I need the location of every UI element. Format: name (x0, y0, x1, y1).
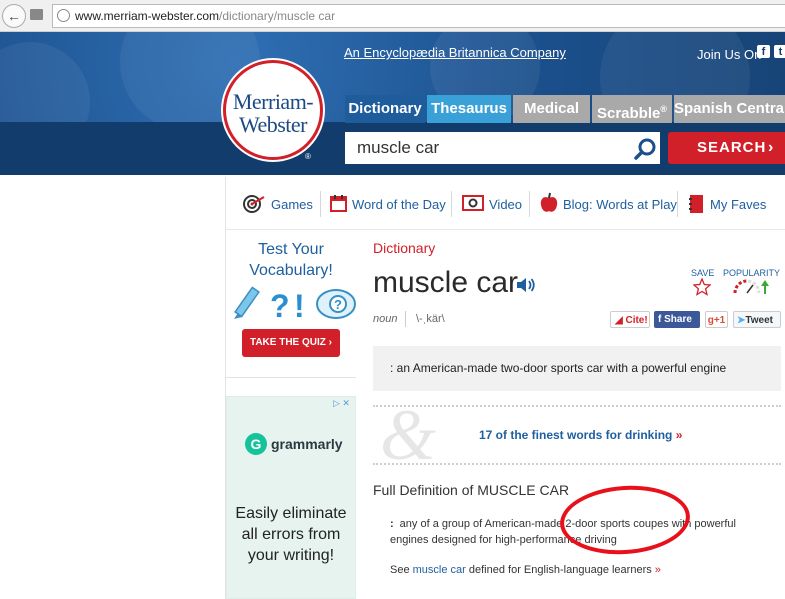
address-bar[interactable]: www.merriam-webster.com/dictionary/muscl… (52, 4, 785, 28)
subnav-separator (451, 191, 452, 217)
subnav-separator (677, 191, 678, 217)
subnav-blog[interactable]: Blog: Words at Play (540, 192, 677, 216)
back-arrow-icon[interactable]: ← (2, 4, 26, 28)
subnav-separator (529, 191, 530, 217)
subnav-games[interactable]: Games (243, 192, 313, 216)
facebook-share-button[interactable]: f Share (654, 311, 700, 328)
save-label: SAVE (691, 268, 715, 278)
learners-link[interactable]: muscle car (413, 564, 466, 576)
svg-text:?: ? (334, 297, 342, 312)
quiz-title: Test Your Vocabulary! (249, 241, 333, 279)
page-title: muscle car (373, 266, 519, 299)
search-icon[interactable] (634, 137, 658, 161)
learners-link-row: See muscle car defined for English-langu… (390, 564, 661, 576)
britannica-link[interactable]: An Encyclopædia Britannica Company (344, 45, 566, 60)
tab-dictionary[interactable]: Dictionary (345, 95, 425, 123)
calendar-icon (330, 195, 347, 212)
browser-toolbar: ← www.merriam-webster.com/dictionary/mus… (0, 0, 785, 32)
subnav-divider (225, 229, 785, 230)
subnav-my-faves[interactable]: My Faves (688, 192, 766, 216)
sidebar-divider (226, 377, 356, 378)
ad-brand: grammarly (271, 436, 343, 452)
google-plus-button[interactable]: g+1 (705, 311, 728, 328)
target-icon (243, 195, 265, 213)
pronunciation: \-ˌkär\ (416, 313, 445, 325)
popularity-gauge-icon (733, 279, 769, 294)
logo-wordmark: Merriam- Webster (232, 89, 314, 137)
full-definition-heading: Full Definition of MUSCLE CAR (373, 482, 570, 498)
search-button[interactable]: SEARCH › (668, 132, 785, 164)
popularity-label: POPULARITY (723, 268, 781, 278)
star-icon[interactable] (693, 278, 711, 296)
subnav-separator (320, 191, 321, 217)
grammarly-ad[interactable] (226, 396, 356, 599)
short-definition-box: : an American-made two-door sports car w… (373, 346, 781, 391)
tweet-button[interactable]: ➤Tweet (733, 311, 781, 328)
notebook-icon (689, 195, 703, 213)
tab-groups-icon[interactable] (30, 9, 43, 20)
search-input[interactable] (345, 132, 660, 164)
twitter-icon[interactable]: t (774, 45, 785, 58)
facebook-icon[interactable]: f (757, 45, 770, 58)
url-text: www.merriam-webster.com/dictionary/muscl… (75, 9, 336, 23)
promo-link[interactable]: 17 of the finest words for drinking » (479, 428, 682, 442)
ad-copy: Easily eliminate all errors from your wr… (235, 505, 347, 564)
short-definition: : an American-made two-door sports car w… (390, 361, 727, 375)
merriam-webster-logo[interactable]: Merriam- Webster (223, 60, 323, 160)
pos-separator (405, 311, 406, 327)
take-quiz-button[interactable]: TAKE THE QUIZ › (242, 329, 340, 357)
speaker-icon[interactable] (516, 277, 536, 293)
join-us-label: Join Us On (697, 47, 762, 62)
apple-icon (540, 192, 558, 212)
tab-thesaurus[interactable]: Thesaurus (427, 95, 511, 123)
question-icon: ? (270, 288, 290, 323)
subnav-video[interactable]: Video (462, 192, 522, 216)
grammarly-logo-icon: G (245, 433, 267, 455)
part-of-speech: noun (373, 313, 398, 325)
tab-scrabble[interactable]: Scrabble® (592, 95, 672, 123)
video-icon (462, 195, 484, 211)
globe-icon (57, 9, 70, 22)
pencil-icon (234, 286, 260, 319)
ampersand-graphic-icon: & (380, 395, 437, 475)
section-label: Dictionary (373, 240, 436, 256)
site-header: An Encyclopædia Britannica Company Join … (0, 32, 785, 175)
quiz-illustration: ? ! ? (234, 286, 356, 323)
registered-mark-icon: ® (305, 152, 311, 161)
ad-choices-icon[interactable]: ▷ ✕ (333, 398, 355, 409)
dotted-divider (373, 463, 781, 465)
exclamation-icon: ! (294, 288, 305, 323)
eye-icon: ? (316, 289, 356, 319)
tab-medical[interactable]: Medical (513, 95, 590, 123)
chevron-right-icon: › (768, 139, 775, 156)
subnav-word-of-the-day[interactable]: Word of the Day (330, 192, 446, 216)
cite-button[interactable]: ◢ Cite! (610, 311, 650, 328)
tab-spanish-central[interactable]: Spanish Central (674, 95, 785, 123)
